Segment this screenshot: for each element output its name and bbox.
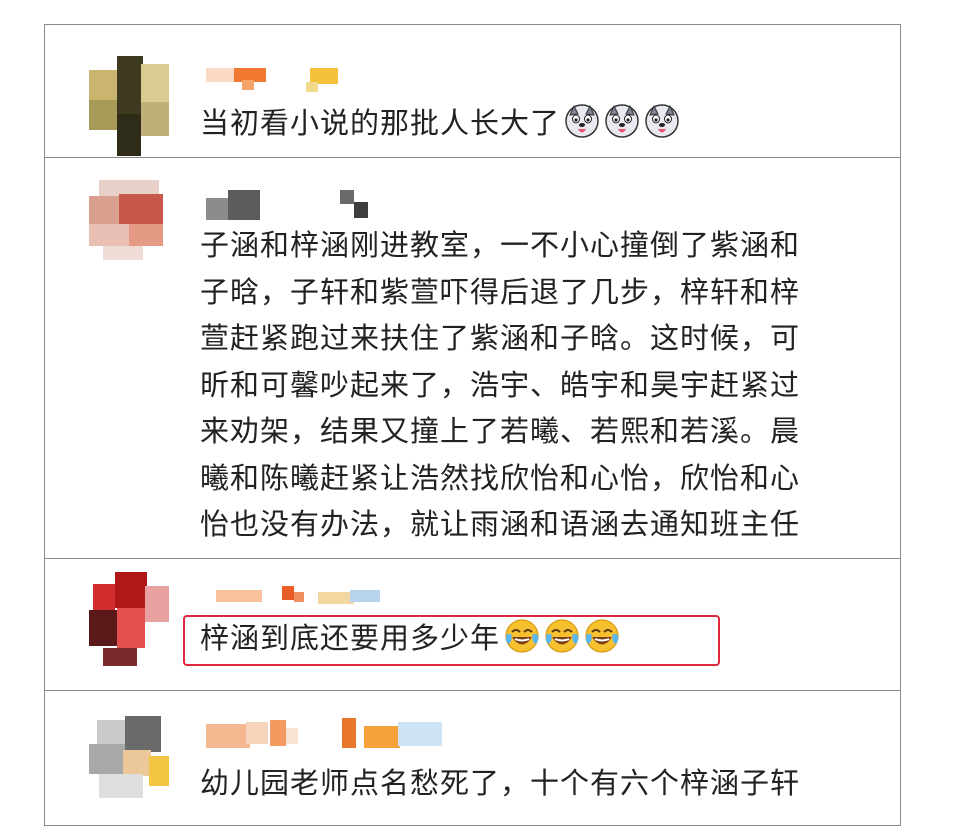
avatar[interactable] [89, 180, 173, 280]
avatar[interactable] [89, 56, 173, 156]
comment-text: 当初看小说的那批人长大了 [200, 100, 680, 147]
husky-emoji-icon [645, 104, 679, 138]
avatar[interactable] [89, 572, 173, 672]
comment-text: 幼儿园老师点名愁死了，十个有六个梓涵子轩 [200, 766, 801, 800]
laugh-cry-emoji-icon [505, 619, 539, 653]
laugh-cry-emoji-icon [545, 619, 579, 653]
avatar[interactable] [89, 716, 173, 816]
comment-text: 子涵和梓涵刚进教室，一不小心撞倒了紫涵和 子晗，子轩和紫萱吓得后退了几步，梓轩和… [200, 228, 801, 541]
divider [44, 157, 901, 158]
laugh-cry-emoji-icon [585, 619, 619, 653]
husky-emoji-icon [605, 104, 639, 138]
divider [44, 558, 901, 559]
husky-emoji-icon [565, 104, 599, 138]
divider [44, 690, 901, 691]
comment-text: 梓涵到底还要用多少年 [200, 615, 620, 662]
